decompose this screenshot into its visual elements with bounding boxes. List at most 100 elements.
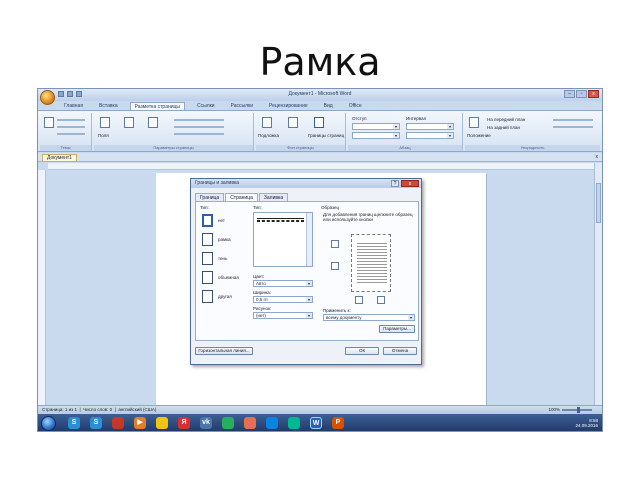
word-window: Документ1 - Microsoft Word – ▫ x Главная… [37, 88, 603, 432]
skype-icon[interactable]: S [68, 417, 80, 429]
dialog-close-button[interactable]: x [401, 180, 419, 187]
margins-label: Поля [98, 133, 109, 138]
status-page[interactable]: Страница: 1 из 1 [42, 407, 77, 412]
tab-office[interactable]: Office [345, 102, 366, 110]
folder-icon[interactable] [156, 417, 168, 429]
page-borders-label[interactable]: Границы страниц [308, 133, 344, 138]
spacing-after-input[interactable]: ▾ [406, 132, 454, 139]
bring-forward-label[interactable]: На передний план [487, 117, 525, 122]
options-button[interactable]: Параметры... [379, 325, 415, 333]
vertical-ruler[interactable] [38, 170, 46, 405]
art-label: Рисунок: [253, 306, 272, 311]
app-icon[interactable] [112, 417, 124, 429]
ribbon-group-page-setup: Поля Параметры страницы [94, 113, 254, 151]
watermark-label: Подложка [258, 133, 279, 138]
preview-hint: Для добавления границ щелкните образец и… [323, 212, 413, 222]
status-words[interactable]: Число слов: 0 [83, 407, 112, 412]
tab-review[interactable]: Рецензирование [265, 102, 312, 110]
system-tray[interactable]: 8:58 24.09.2016 [575, 418, 598, 428]
page-color-icon[interactable] [288, 117, 298, 128]
taskbar: S S ▶ Я vk W P 8:58 24.09.2016 [38, 414, 602, 431]
minimize-button[interactable]: – [564, 90, 575, 98]
right-border-button[interactable] [377, 296, 385, 304]
chrome-icon[interactable] [222, 417, 234, 429]
document-close-icon[interactable]: x [596, 154, 599, 160]
page-borders-icon[interactable] [314, 117, 324, 128]
color-select[interactable]: Авто ▾ [253, 280, 313, 287]
art-value: (нет) [256, 313, 266, 318]
style-list[interactable] [253, 212, 313, 267]
size-icon[interactable] [148, 117, 158, 128]
status-language[interactable]: английский (США) [118, 407, 156, 412]
indent-left-input[interactable]: ▾ [352, 123, 400, 130]
setting-box-icon[interactable] [202, 233, 213, 246]
status-bar: Страница: 1 из 1 | Число слов: 0 | англи… [38, 405, 602, 414]
tab-mailings[interactable]: Рассылки [227, 102, 257, 110]
setting-shadow-icon[interactable] [202, 252, 213, 265]
horizontal-ruler[interactable] [48, 163, 596, 170]
window-controls: – ▫ x [564, 90, 599, 98]
utorrent-icon[interactable] [288, 417, 300, 429]
orientation-icon[interactable] [124, 117, 134, 128]
send-backward-label[interactable]: На задний план [487, 125, 520, 130]
indent-label: Отступ [352, 116, 367, 121]
preview-page[interactable] [351, 234, 391, 292]
zoom-level[interactable]: 100% [548, 406, 560, 414]
globe-icon[interactable] [266, 417, 278, 429]
powerpoint-icon[interactable]: P [332, 417, 344, 429]
tab-page-layout[interactable]: Разметка страницы [129, 102, 185, 110]
setting-box-label: рамка [218, 237, 231, 242]
vk-icon[interactable]: vk [200, 417, 212, 429]
position-icon[interactable] [469, 117, 479, 128]
indent-right-input[interactable]: ▾ [352, 132, 400, 139]
apply-to-value: всему документу [326, 315, 362, 320]
skype-icon-2[interactable]: S [90, 417, 102, 429]
style-solid[interactable] [257, 218, 304, 219]
ribbon-group-page-background: Подложка Границы страниц Фон страницы [256, 113, 346, 151]
scroll-thumb[interactable] [596, 183, 601, 223]
top-border-button[interactable] [331, 240, 339, 248]
left-border-button[interactable] [355, 296, 363, 304]
setting-3d-icon[interactable] [202, 271, 213, 284]
margins-icon[interactable] [100, 117, 110, 128]
preview-area: Образец Для добавления границ щелкните о… [321, 205, 416, 337]
watermark-icon[interactable] [262, 117, 272, 128]
title-bar: Документ1 - Microsoft Word – ▫ x [38, 89, 602, 101]
yandex-icon[interactable]: Я [178, 417, 190, 429]
style-dashed[interactable] [257, 220, 304, 222]
word-icon[interactable]: W [310, 417, 322, 429]
bottom-border-button[interactable] [331, 262, 339, 270]
media-player-icon[interactable]: ▶ [134, 417, 146, 429]
start-button[interactable] [41, 416, 56, 431]
ok-button[interactable]: ОК [345, 347, 379, 355]
tab-view[interactable]: Вид [320, 102, 337, 110]
ribbon-group-arrange: Положение На передний план На задний пла… [465, 113, 600, 151]
apply-to-select[interactable]: всему документу ▾ [323, 314, 415, 321]
vertical-scrollbar[interactable] [594, 163, 602, 405]
maximize-button[interactable]: ▫ [576, 90, 587, 98]
document-tab[interactable]: Документ1 [42, 154, 77, 162]
tab-references[interactable]: Ссылки [193, 102, 219, 110]
office-button[interactable] [40, 90, 55, 105]
ribbon: Темы Поля Параметры страницы Подложка Гр… [38, 110, 602, 152]
tab-home[interactable]: Главная [60, 102, 87, 110]
dialog-title: Границы и заливка [191, 179, 421, 188]
themes-icon[interactable] [44, 117, 54, 128]
style-list-scrollbar[interactable] [306, 213, 312, 266]
cancel-button[interactable]: Отмена [383, 347, 417, 355]
close-button[interactable]: x [588, 90, 599, 98]
style-label: Тип: [253, 205, 262, 210]
dialog-help-button[interactable]: ? [391, 180, 399, 187]
setting-custom-icon[interactable] [202, 290, 213, 303]
zoom-slider-thumb[interactable] [577, 407, 580, 413]
preview-text-lines [357, 243, 387, 283]
horizontal-line-button[interactable]: Горизонтальная линия... [195, 347, 253, 355]
tab-insert[interactable]: Вставка [95, 102, 122, 110]
spacing-before-input[interactable]: ▾ [406, 123, 454, 130]
chevron-down-icon: ▾ [408, 315, 414, 320]
art-select[interactable]: (нет) ▾ [253, 312, 313, 319]
firefox-icon[interactable] [244, 417, 256, 429]
setting-none-icon[interactable] [202, 214, 213, 227]
width-select[interactable]: 0,5 пт ▾ [253, 296, 313, 303]
clock-date: 24.09.2016 [575, 423, 598, 428]
